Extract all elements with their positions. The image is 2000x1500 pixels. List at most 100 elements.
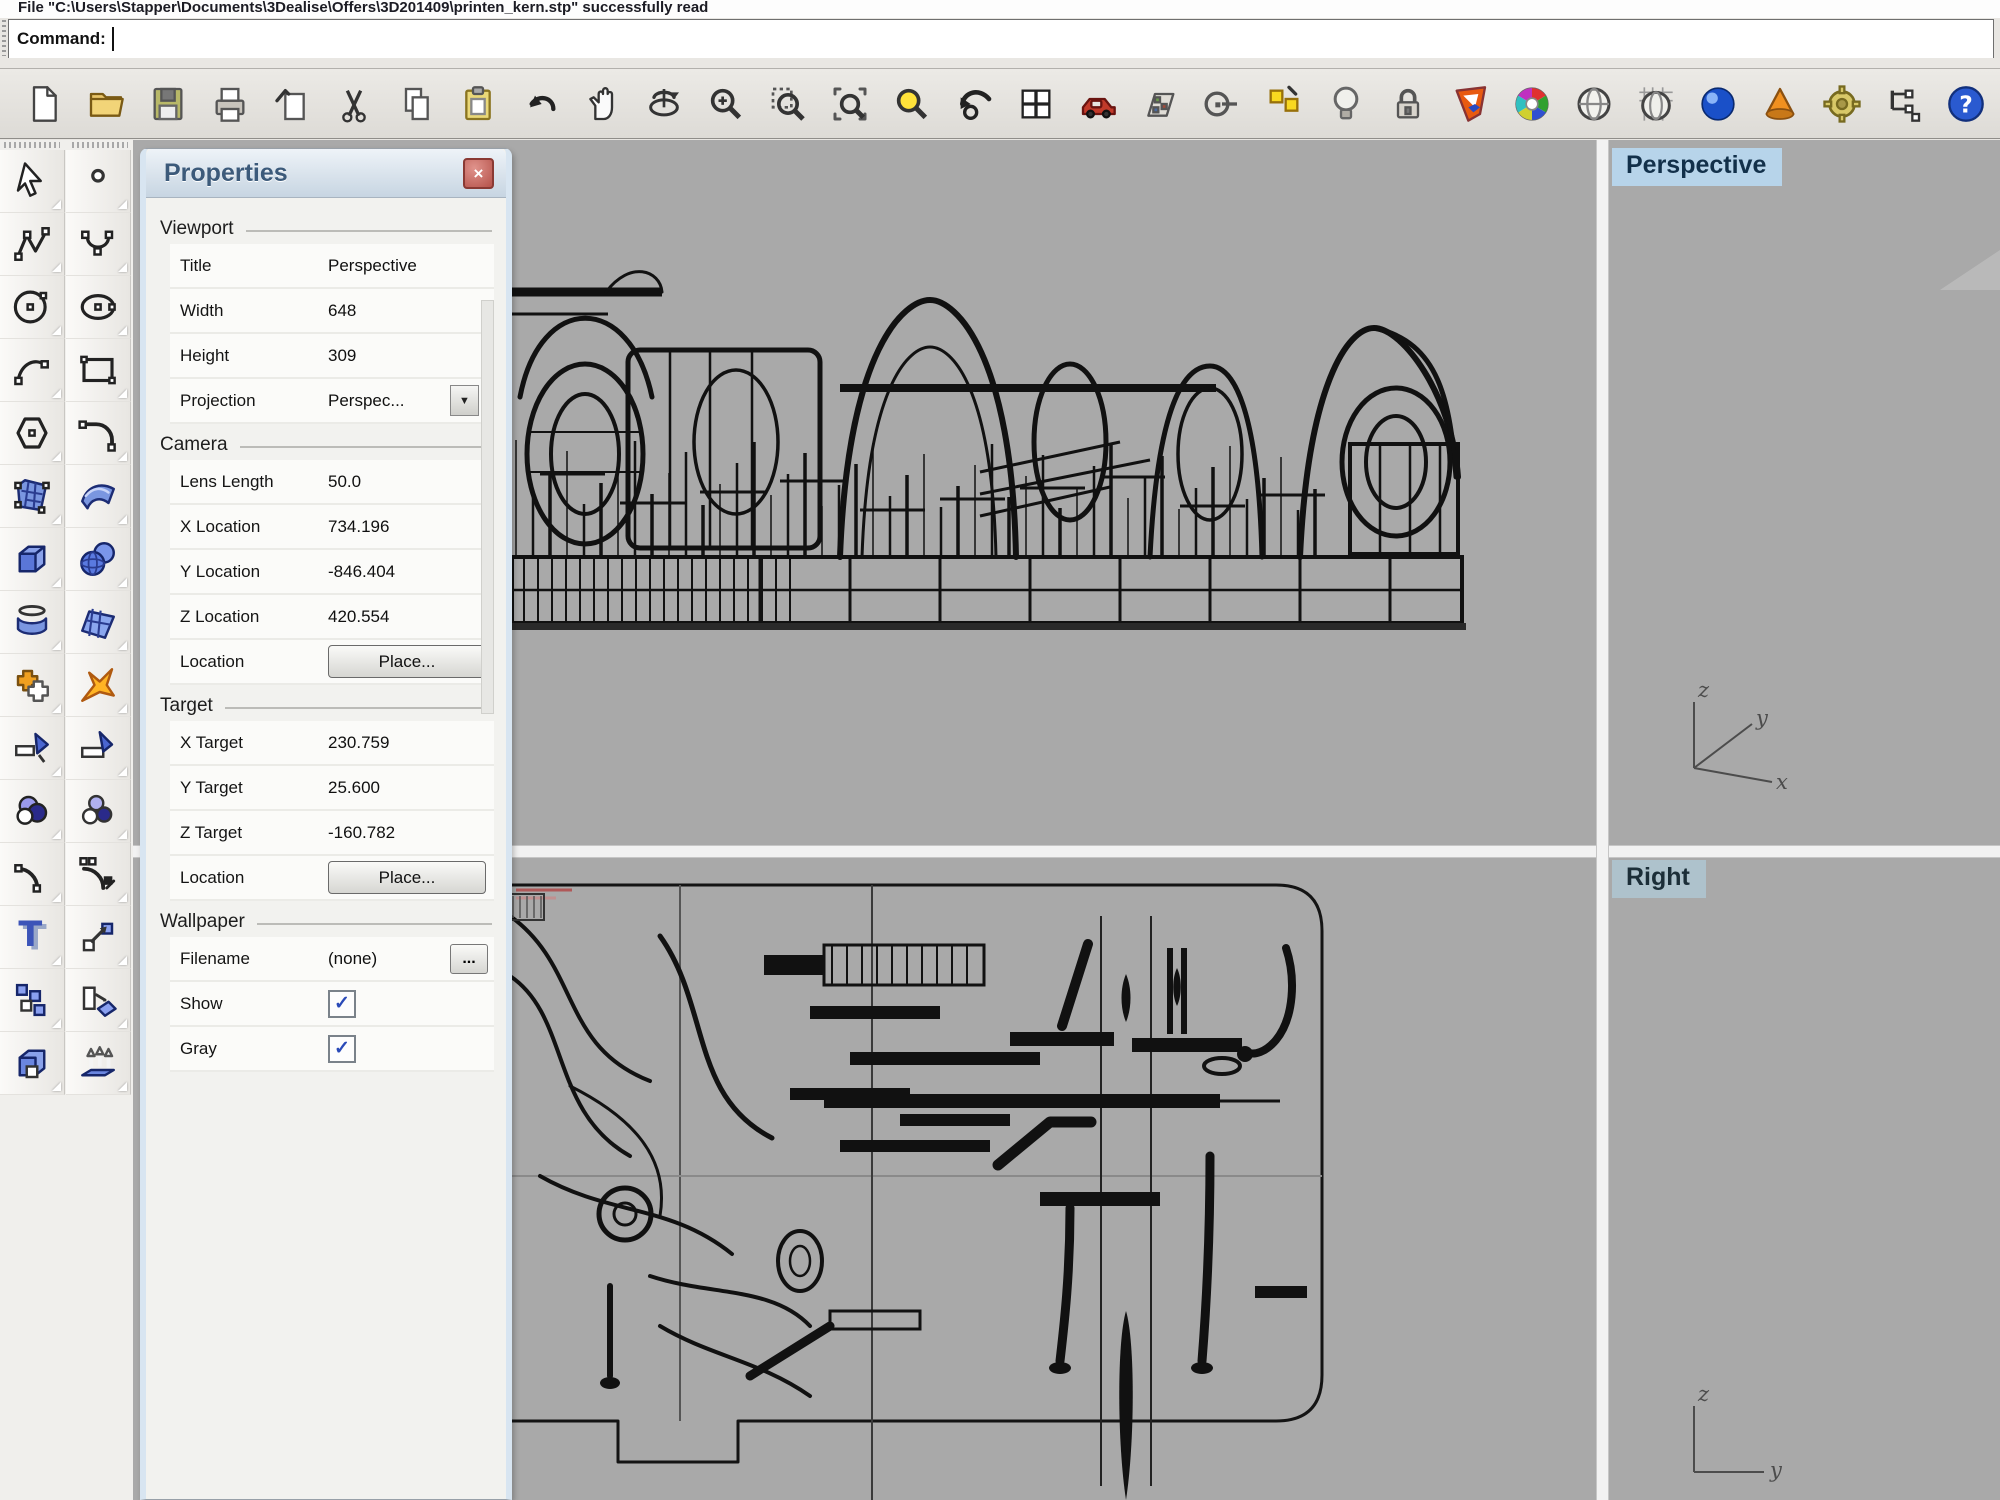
palette-arc[interactable] [0, 339, 65, 402]
palette-polygon[interactable] [0, 402, 65, 465]
panel-scrollbar[interactable] [481, 300, 494, 714]
palette-cplane-box[interactable] [0, 1032, 65, 1095]
palette-ellipse[interactable] [66, 276, 131, 339]
palette-point[interactable] [66, 150, 131, 213]
palette-surface-grid[interactable] [66, 591, 131, 654]
svg-text:T: T [18, 916, 42, 955]
toolbar-render[interactable] [1696, 82, 1740, 126]
viewport-divider-vertical[interactable] [1596, 140, 1609, 1500]
toolbar-layer-state[interactable] [1448, 82, 1492, 126]
toolbar-paste[interactable] [456, 82, 500, 126]
toolbar-options-gear[interactable] [1820, 82, 1864, 126]
projection-dropdown-button[interactable]: ▼ [450, 385, 479, 416]
palette-distribute-arrows[interactable] [66, 1032, 131, 1095]
flyout-corner-icon [118, 893, 127, 902]
toolbar-ground-plane[interactable] [1634, 82, 1678, 126]
palette-extend-curve[interactable] [66, 843, 131, 906]
axis-y-label: y [1770, 1458, 1782, 1482]
toolbar-save[interactable] [146, 82, 190, 126]
palette-box[interactable] [0, 528, 65, 591]
prop-label: Title [180, 256, 328, 276]
browse-ellipsis-button[interactable]: ... [450, 944, 488, 974]
show-checkbox[interactable]: ✓ [328, 990, 356, 1018]
section-camera: Camera [160, 434, 492, 456]
flyout-corner-icon [118, 956, 127, 965]
palette-select-pointer[interactable] [0, 150, 65, 213]
palette-split[interactable] [66, 717, 131, 780]
palette-boolean-union[interactable] [0, 654, 65, 717]
command-input[interactable]: Command: [8, 19, 1994, 59]
move-icon [77, 916, 119, 958]
toolbar-undo-view-change[interactable] [952, 82, 996, 126]
palette-explode[interactable] [66, 654, 131, 717]
viewport-label-perspective[interactable]: Perspective [1612, 148, 1782, 186]
toolbar-color-wheel[interactable] [1510, 82, 1554, 126]
bottom-viewport-canvas[interactable] [510, 856, 1596, 1500]
toolbar-render-cone[interactable] [1758, 82, 1802, 126]
toolbar-hide-object[interactable] [1200, 82, 1244, 126]
target-place-button[interactable]: Place... [328, 861, 486, 894]
palette-surface-patch[interactable] [0, 465, 65, 528]
toolbar-help[interactable]: ? [1944, 82, 1988, 126]
toolbar-history-tree[interactable] [1882, 82, 1926, 126]
toolbar-zoom-dynamic[interactable] [704, 82, 748, 126]
lamp-render-icon [1326, 84, 1366, 124]
prop-value[interactable]: Perspec... [328, 391, 450, 411]
palette-circles-set[interactable] [66, 780, 131, 843]
spheres-icon [77, 538, 119, 580]
toolbar-zoom-extents[interactable] [828, 82, 872, 126]
palette-fillet-curve[interactable] [0, 843, 65, 906]
toolbar-pan-view[interactable] [580, 82, 624, 126]
palette-curve-handles[interactable] [66, 213, 131, 276]
properties-panel: Properties × ViewportTitlePerspectiveWid… [140, 148, 512, 1500]
toolbar-map-texture[interactable] [1138, 82, 1182, 126]
palette-control-point-curve[interactable] [0, 213, 65, 276]
viewport-label-right[interactable]: Right [1612, 860, 1706, 898]
palette-fillet-corner[interactable] [66, 402, 131, 465]
palette-rectangle[interactable] [66, 339, 131, 402]
palette-curved-surface[interactable] [66, 465, 131, 528]
toolbar-zoom-window[interactable] [766, 82, 810, 126]
palette-orient[interactable] [66, 969, 131, 1032]
section-rule [225, 707, 492, 709]
palette-move[interactable] [66, 906, 131, 969]
flyout-corner-icon [118, 389, 127, 398]
prop-label: Z Location [180, 607, 328, 627]
flyout-corner-icon [118, 515, 127, 524]
gray-checkbox[interactable]: ✓ [328, 1035, 356, 1063]
toolbar-open-file[interactable] [84, 82, 128, 126]
prop-label: Height [180, 346, 328, 366]
palette-trim[interactable] [0, 717, 65, 780]
prop-row-lens-length: Lens Length50.0 [170, 460, 494, 505]
toolbar-viewport-layout[interactable] [1014, 82, 1058, 126]
toolbar-export-page[interactable] [270, 82, 314, 126]
top-viewport-canvas[interactable] [510, 142, 1596, 845]
properties-panel-header[interactable]: Properties × [146, 149, 506, 198]
palette-circle[interactable] [0, 276, 65, 339]
camera-place-button[interactable]: Place... [328, 645, 486, 678]
toolbar-new-document[interactable] [22, 82, 66, 126]
palette-array[interactable] [0, 969, 65, 1032]
palette-revolve-surface[interactable] [0, 591, 65, 654]
toolbar-cut[interactable] [332, 82, 376, 126]
close-button[interactable]: × [463, 158, 494, 189]
toolbar-undo[interactable] [518, 82, 562, 126]
palette-circles-union-dark[interactable] [0, 780, 65, 843]
polygon-icon [11, 412, 53, 454]
palette-spheres[interactable] [66, 528, 131, 591]
print-icon [210, 84, 250, 124]
toolbar-shade-viewport[interactable] [1572, 82, 1616, 126]
toolbar-print[interactable] [208, 82, 252, 126]
prop-row-x-location: X Location734.196 [170, 505, 494, 550]
toolbar-lock-object[interactable] [1386, 82, 1430, 126]
axis-z-label: z [1698, 678, 1709, 702]
toolbar-show-object[interactable] [1262, 82, 1306, 126]
ground-plane-wedge [1940, 250, 2000, 290]
toolbar-lamp-render[interactable] [1324, 82, 1368, 126]
flyout-corner-icon [118, 1082, 127, 1091]
toolbar-copy[interactable] [394, 82, 438, 126]
toolbar-zoom-selected[interactable] [890, 82, 934, 126]
palette-text[interactable]: TT [0, 906, 65, 969]
toolbar-move-car[interactable] [1076, 82, 1120, 126]
toolbar-rotate-view[interactable] [642, 82, 686, 126]
